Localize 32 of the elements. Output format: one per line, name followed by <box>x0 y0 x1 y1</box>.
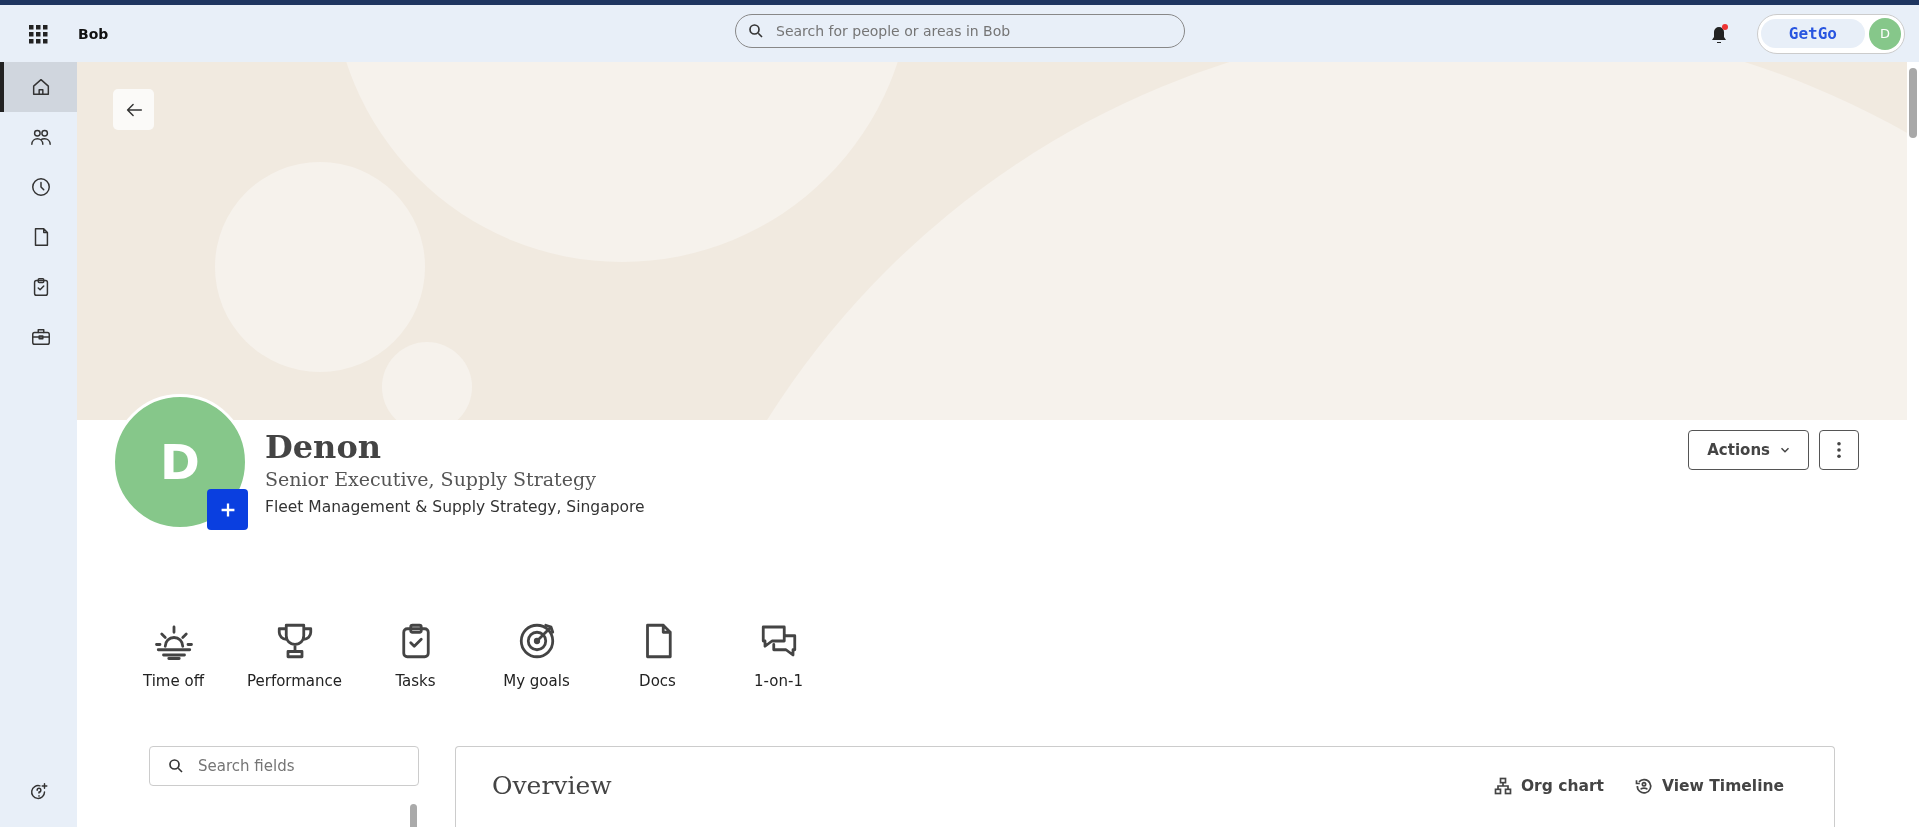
job-title: Senior Executive, Supply Strategy <box>265 468 597 490</box>
scrollbar-thumb[interactable] <box>410 804 417 827</box>
section-title: Overview <box>492 771 612 800</box>
header-link[interactable]: View Timeline <box>1634 775 1784 796</box>
sidebar-item[interactable] <box>0 62 77 112</box>
search-fields-input[interactable]: Search fields <box>149 746 419 786</box>
shortcut-button[interactable]: My goals <box>476 620 597 700</box>
org-chart-icon <box>1492 775 1513 796</box>
shortcut-button[interactable]: Tasks <box>355 620 476 700</box>
briefcase-icon <box>29 326 52 348</box>
back-button[interactable] <box>113 89 154 130</box>
department-location: Fleet Management & Supply Strategy, Singapore <box>265 498 645 516</box>
apps-grid-icon[interactable] <box>28 23 48 44</box>
employee-name: Denon <box>265 428 382 466</box>
shortcut-button[interactable]: Time off <box>113 620 234 700</box>
actions-button[interactable]: Actions <box>1688 430 1809 470</box>
clock-icon <box>29 176 52 198</box>
kebab-menu-icon <box>1836 441 1842 459</box>
more-options-button[interactable] <box>1819 430 1859 470</box>
shortcut-button[interactable]: Performance <box>234 620 355 700</box>
account-switcher[interactable]: GetGo D <box>1756 13 1905 54</box>
shortcut-button[interactable]: Docs <box>597 620 718 700</box>
user-avatar: D <box>1869 17 1901 50</box>
header-link[interactable]: Org chart <box>1492 775 1604 796</box>
search-field[interactable]: Search for people or areas in Bob <box>735 14 1185 48</box>
search-icon <box>747 22 765 40</box>
search-icon <box>167 757 185 775</box>
scrollbar-thumb[interactable] <box>1909 68 1917 138</box>
shortcut-button[interactable]: 1-on-1 <box>718 620 839 700</box>
company-logo: GetGo <box>1760 19 1865 48</box>
app-name: Bob <box>78 25 109 42</box>
add-photo-button[interactable] <box>207 489 248 530</box>
